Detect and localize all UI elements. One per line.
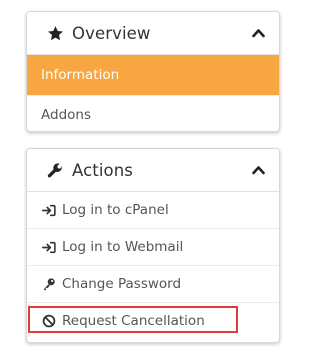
menu-item-label: Change Password — [62, 276, 182, 292]
menu-item-request-cancellation[interactable]: Request Cancellation — [27, 303, 279, 339]
chevron-up-icon[interactable] — [251, 163, 265, 177]
menu-item-change-password[interactable]: Change Password — [27, 266, 279, 303]
actions-menu: Log in to cPanel Log in to Webmail Chang… — [27, 192, 279, 339]
menu-item-information[interactable]: Information — [27, 55, 279, 96]
chevron-up-icon[interactable] — [251, 26, 265, 40]
menu-item-login-cpanel[interactable]: Log in to cPanel — [27, 192, 279, 229]
wrench-icon — [46, 161, 64, 179]
ban-icon — [41, 314, 57, 328]
menu-item-label: Log in to cPanel — [62, 202, 169, 218]
menu-item-label: Addons — [41, 106, 91, 123]
key-icon — [41, 277, 57, 291]
actions-panel: Actions Log in to cPanel Log in to Webma… — [26, 148, 280, 343]
overview-menu: Information Addons — [27, 55, 279, 131]
star-icon — [46, 24, 64, 42]
menu-item-login-webmail[interactable]: Log in to Webmail — [27, 229, 279, 266]
sign-in-icon — [41, 203, 57, 217]
menu-item-label: Request Cancellation — [62, 313, 205, 329]
menu-item-label: Information — [41, 67, 120, 83]
sign-in-icon — [41, 240, 57, 254]
menu-item-label: Log in to Webmail — [62, 239, 184, 255]
menu-item-addons[interactable]: Addons — [27, 96, 279, 131]
actions-panel-header[interactable]: Actions — [27, 149, 279, 192]
actions-title: Actions — [72, 160, 133, 180]
overview-panel: Overview Information Addons — [26, 11, 280, 132]
overview-title: Overview — [72, 23, 151, 43]
overview-panel-header[interactable]: Overview — [27, 12, 279, 55]
